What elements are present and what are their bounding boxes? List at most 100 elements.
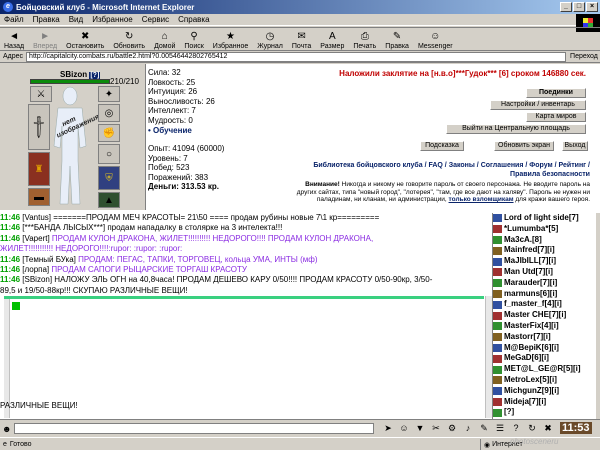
- armor-slot[interactable]: ♜: [28, 152, 50, 186]
- training-link[interactable]: • Обучение: [148, 126, 298, 136]
- toolbar-button-0[interactable]: ◄ Назад: [4, 30, 25, 51]
- menu-file[interactable]: Файл: [4, 15, 24, 24]
- toolbar-button-11[interactable]: ✎ Правка: [385, 30, 409, 51]
- links-line-2[interactable]: Правила безопасности: [296, 170, 590, 179]
- hint-button[interactable]: Подсказка: [420, 141, 464, 151]
- toolbar-button-6[interactable]: ★ Избранное: [213, 30, 248, 51]
- character-name[interactable]: SBizon [?]: [60, 70, 101, 79]
- clear-icon[interactable]: ✂: [430, 422, 442, 434]
- toolbar-button-5[interactable]: ⚲ Поиск: [184, 30, 203, 51]
- menu-tools[interactable]: Сервис: [142, 15, 169, 24]
- send-icon[interactable]: ➤: [382, 422, 394, 434]
- chat-time[interactable]: 11:46: [0, 234, 20, 243]
- menu-help[interactable]: Справка: [178, 15, 209, 24]
- belt-slot[interactable]: ▬: [28, 188, 50, 206]
- settings-button[interactable]: Настройки / инвентарь: [490, 100, 586, 110]
- player-row[interactable]: marmuns[6][i]: [493, 289, 600, 300]
- exit-icon[interactable]: ✖: [542, 422, 554, 434]
- player-row[interactable]: M@BepiK[6][i]: [493, 343, 600, 354]
- warning-link[interactable]: только взломщикам: [449, 196, 514, 203]
- smile-icon[interactable]: ☺: [398, 422, 410, 434]
- chat-nick[interactable]: [лорпа]: [22, 265, 49, 274]
- toolbar-label: Назад: [4, 43, 25, 50]
- help-icon[interactable]: ?: [510, 422, 522, 434]
- earring-slot[interactable]: ✦: [98, 86, 120, 102]
- close-button[interactable]: ×: [586, 2, 598, 12]
- filter-icon[interactable]: ▼: [414, 422, 426, 434]
- chat-text: ПРОДАМ САПОГИ РЫЦАРСКИЕ ТОРГАШ КРАСОТУ: [51, 265, 247, 275]
- messenger-icon: ☺: [430, 30, 441, 42]
- player-row[interactable]: [?]: [493, 407, 600, 418]
- player-row[interactable]: *Lumumba*[5]: [493, 224, 600, 235]
- player-row[interactable]: f_master_f[4][i]: [493, 299, 600, 310]
- map-button[interactable]: Карта миров: [526, 112, 586, 122]
- player-row[interactable]: Lord of light side[7]: [493, 213, 600, 224]
- player-row[interactable]: Mastorr[7][i]: [493, 332, 600, 343]
- helmet-slot[interactable]: ⚔: [30, 86, 52, 102]
- toolbar-button-4[interactable]: ⌂ Домой: [154, 30, 175, 51]
- chat-time[interactable]: 11:46: [0, 255, 20, 264]
- boots-slot[interactable]: ▲: [98, 192, 120, 208]
- menu-edit[interactable]: Правка: [33, 15, 60, 24]
- fights-button[interactable]: Поединки: [526, 88, 586, 98]
- paint-icon[interactable]: ✎: [478, 422, 490, 434]
- clan-icon: [493, 214, 502, 223]
- status-text: Готово: [9, 440, 32, 448]
- editor-scrollbar[interactable]: [485, 296, 492, 418]
- toolbar-button-10[interactable]: ⎙ Печать: [353, 30, 376, 51]
- chat-nick[interactable]: [***БАНДА ЛЫСЫХ***]: [22, 223, 105, 232]
- ring-slot[interactable]: ○: [98, 144, 120, 164]
- exit-button[interactable]: Выход: [562, 141, 588, 151]
- gloves-slot[interactable]: ✊: [98, 124, 120, 142]
- player-row[interactable]: MasterFix[4][i]: [493, 321, 600, 332]
- player-row[interactable]: MET@L_GE@R[5][i]: [493, 364, 600, 375]
- shield-slot[interactable]: ⛨: [98, 166, 120, 190]
- chat-time[interactable]: 11:46: [0, 223, 20, 232]
- player-row[interactable]: MichgunZ[9][i]: [493, 386, 600, 397]
- chat-time[interactable]: 11:46: [0, 265, 20, 274]
- maximize-button[interactable]: □: [573, 2, 585, 12]
- favorites-icon: ★: [226, 30, 236, 42]
- chat-nick[interactable]: [SBizon]: [22, 275, 52, 284]
- toolbar-button-2[interactable]: ✖ Остановить: [66, 30, 104, 51]
- player-row[interactable]: Mideja[7][i]: [493, 397, 600, 408]
- toolbar-button-12[interactable]: ☺ Messenger: [418, 30, 453, 51]
- address-input[interactable]: http://capitalcity.combats.ru/battle2.ht…: [26, 51, 567, 62]
- chat-nick[interactable]: [Vapert]: [22, 234, 49, 243]
- player-row[interactable]: Mainfred[7][i]: [493, 245, 600, 256]
- settings-icon[interactable]: ⚙: [446, 422, 458, 434]
- toolbar-button-7[interactable]: ◷ Журнал: [257, 30, 283, 51]
- refresh-screen-button[interactable]: Обновить экран: [494, 141, 554, 151]
- necklace-slot[interactable]: ◎: [98, 104, 120, 122]
- player-row[interactable]: Master CHE[7][i]: [493, 310, 600, 321]
- minimize-button[interactable]: _: [560, 2, 572, 12]
- toolbar-button-3[interactable]: ↻ Обновить: [113, 30, 145, 51]
- chat-nick[interactable]: [Vantus]: [22, 213, 51, 222]
- toolbar-button-9[interactable]: A Размер: [320, 30, 344, 51]
- chat-nick[interactable]: [Темный БУка]: [22, 255, 76, 264]
- player-row[interactable]: Man Utd[7][i]: [493, 267, 600, 278]
- chat-icon[interactable]: ☻: [2, 424, 11, 434]
- player-row[interactable]: MetroLex[5][i]: [493, 375, 600, 386]
- player-row[interactable]: Ma3cA.[8]: [493, 235, 600, 246]
- chat-message: 11:46 [Vapert] ПРОДАМ КУЛОН ДРАКОНА, ЖИЛ…: [0, 234, 492, 244]
- player-row[interactable]: MeGaD[6][i]: [493, 353, 600, 364]
- chat-time[interactable]: 11:46: [0, 275, 20, 284]
- refresh-icon[interactable]: ↻: [526, 422, 538, 434]
- go-button[interactable]: Переход: [570, 53, 598, 60]
- links-line-1[interactable]: Библиотека бойцовского клуба / FAQ / Зак…: [296, 161, 590, 170]
- chat-time[interactable]: 11:46: [0, 213, 20, 222]
- chat-input[interactable]: [14, 423, 374, 434]
- player-list-scrollbar[interactable]: [596, 213, 600, 419]
- exit-square-button[interactable]: Выйти на Центральную площадь: [446, 124, 586, 134]
- menu-view[interactable]: Вид: [69, 15, 83, 24]
- weapon-slot[interactable]: 🗡: [26, 104, 53, 150]
- menu-favorites[interactable]: Избранное: [92, 15, 133, 24]
- sound-icon[interactable]: ♪: [462, 422, 474, 434]
- toolbar-button-8[interactable]: ✉ Почта: [292, 30, 311, 51]
- player-row[interactable]: Marauder[7][i]: [493, 278, 600, 289]
- player-row[interactable]: MaJIbILL[7][i]: [493, 256, 600, 267]
- list-icon[interactable]: ☰: [494, 422, 506, 434]
- toolbar-button-1[interactable]: ► Вперед: [33, 30, 57, 51]
- message-editor[interactable]: [4, 296, 484, 418]
